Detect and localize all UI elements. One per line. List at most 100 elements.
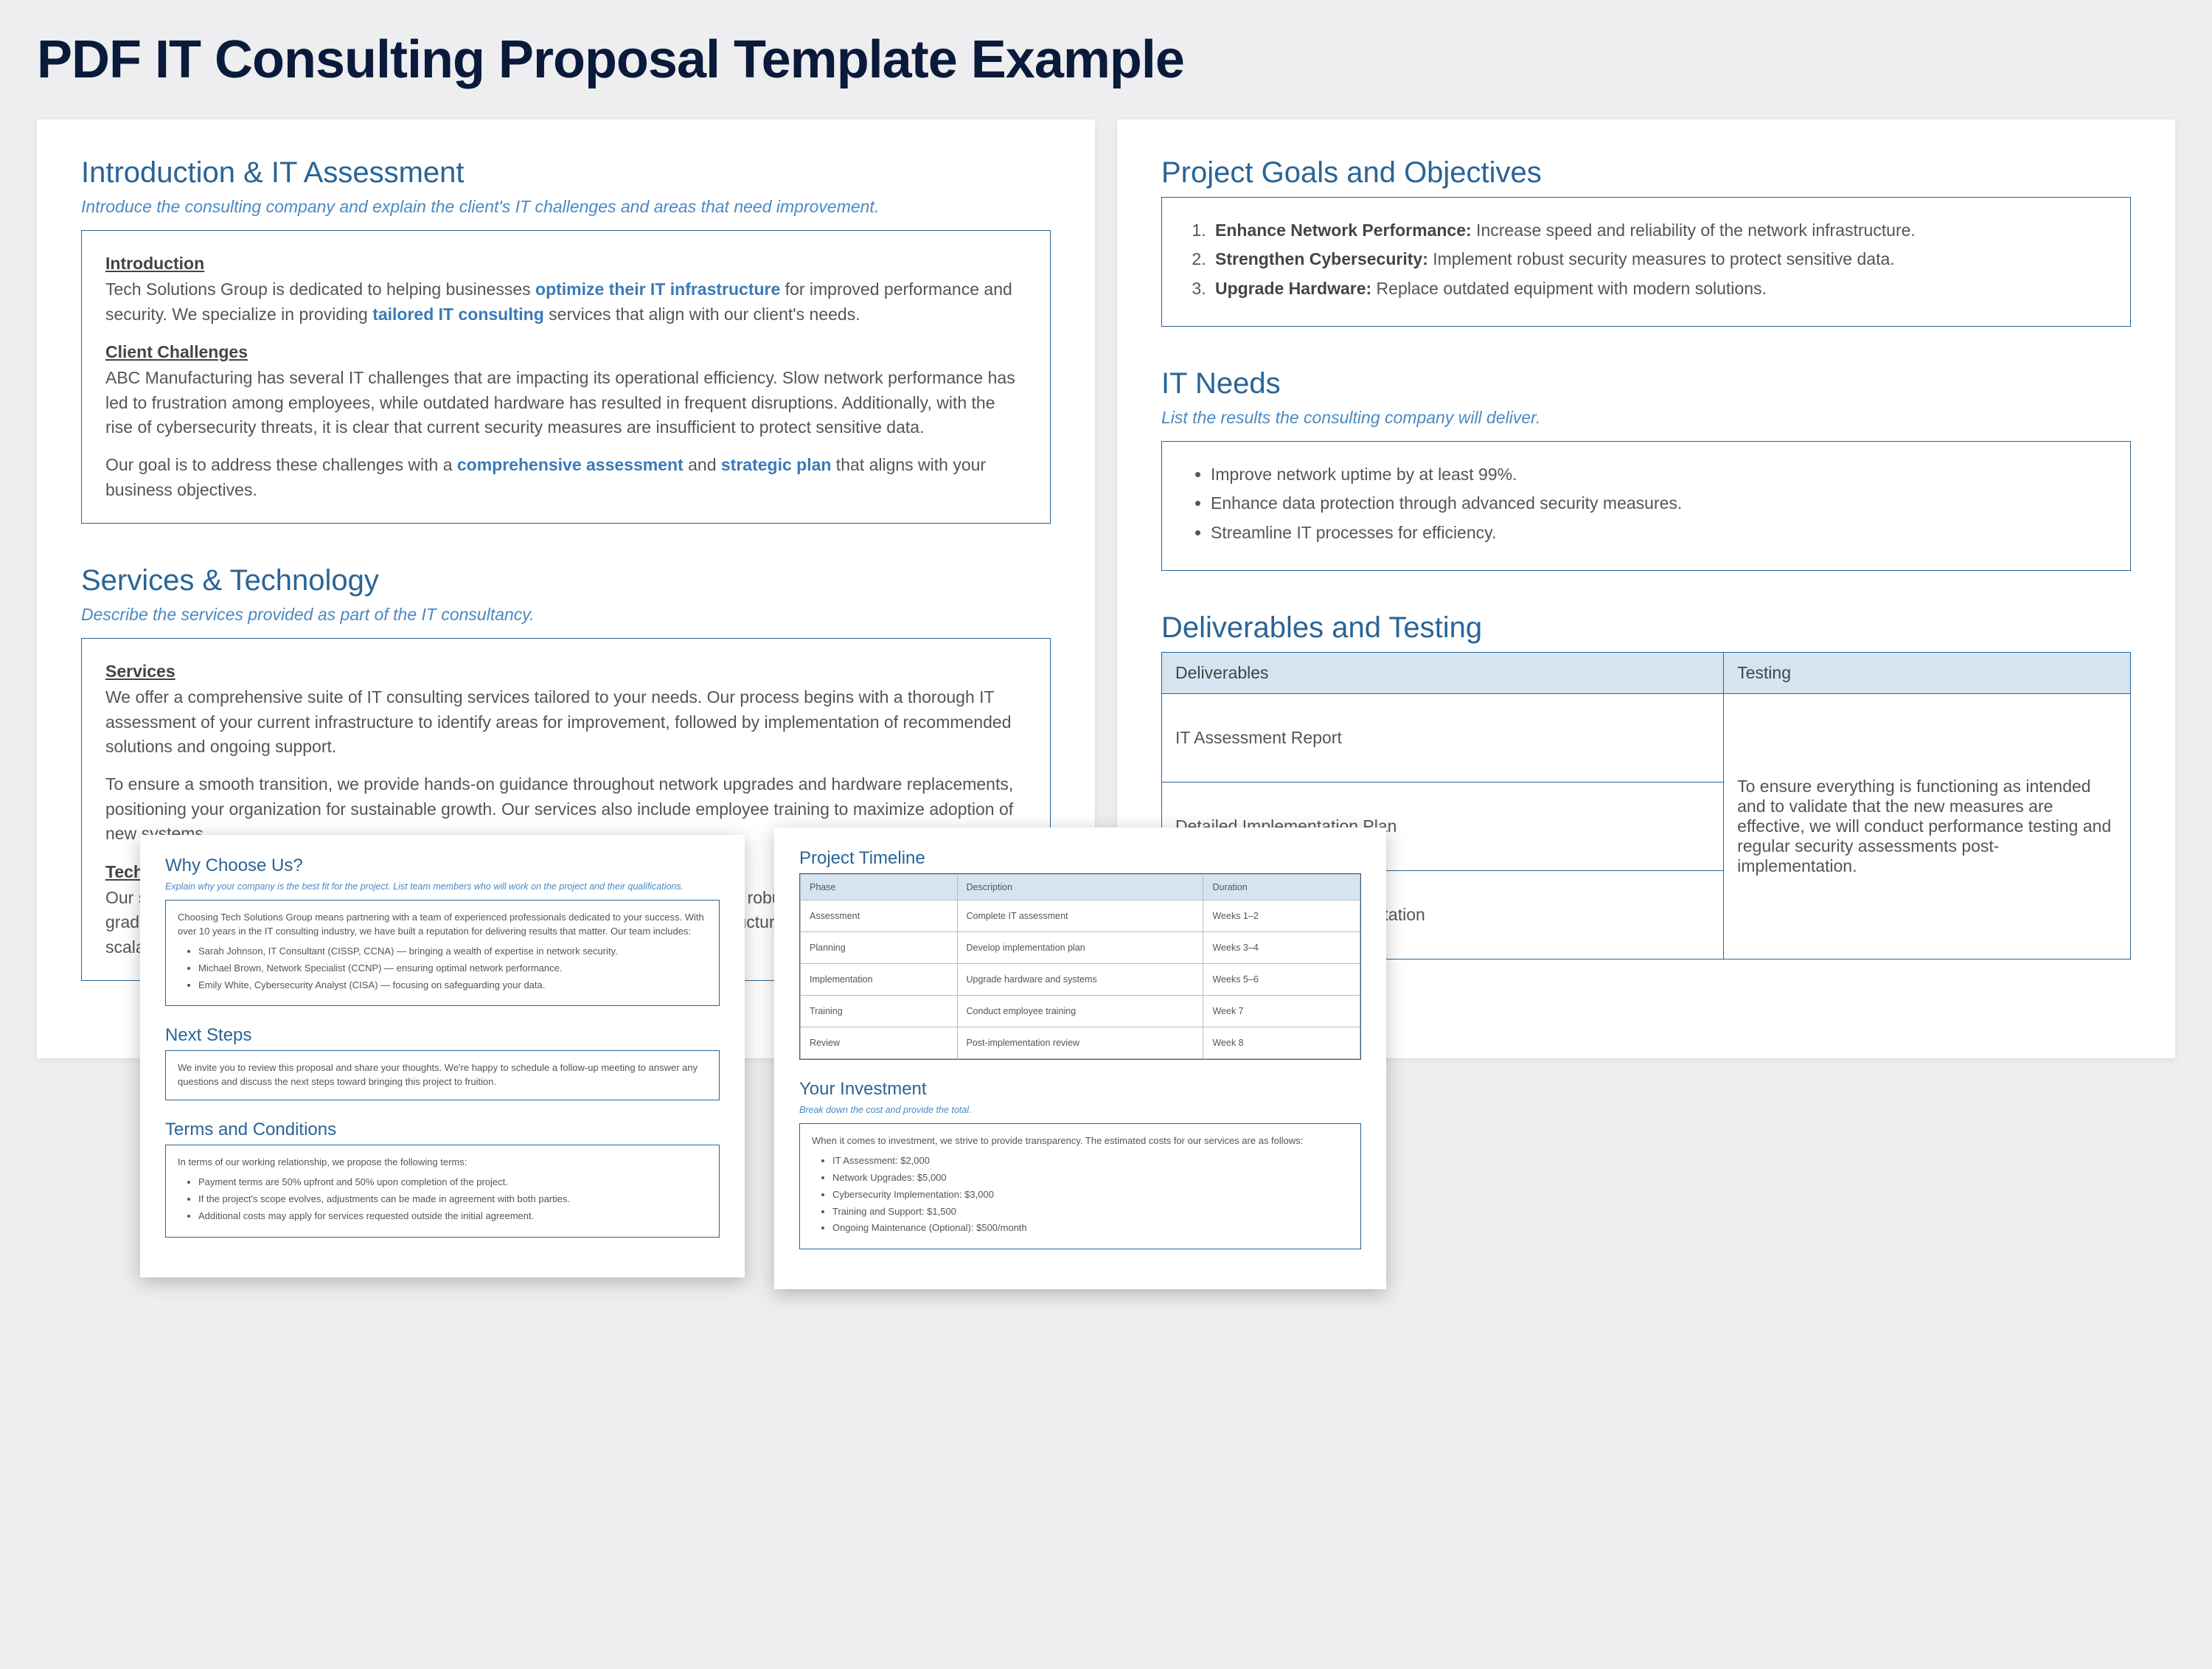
heading-why: Why Choose Us?	[165, 856, 720, 876]
why-intro: Choosing Tech Solutions Group means part…	[178, 911, 707, 939]
table-row: ImplementationUpgrade hardware and syste…	[801, 964, 1360, 996]
intro-subhead-2: Client Challenges	[105, 340, 1026, 364]
team-list: Sarah Johnson, IT Consultant (CISSP, CCN…	[178, 945, 707, 993]
timeline-cell: Week 7	[1203, 996, 1360, 1027]
timeline-cell: Post-implementation review	[957, 1027, 1203, 1059]
heading-needs: IT Needs	[1161, 367, 2131, 400]
timeline-cell: Training	[801, 996, 958, 1027]
deliv-col-testing: Testing	[1724, 653, 2131, 694]
intro-box: Introduction Tech Solutions Group is ded…	[81, 230, 1051, 524]
section-investment: Your Investment Break down the cost and …	[799, 1079, 1361, 1249]
timeline-cell: Upgrade hardware and systems	[957, 964, 1203, 996]
sub-investment: Break down the cost and provide the tota…	[799, 1104, 1361, 1116]
timeline-col-dur: Duration	[1203, 875, 1360, 901]
list-item: Enhance data protection through advanced…	[1211, 491, 2107, 516]
section-terms: Terms and Conditions In terms of our wor…	[165, 1120, 720, 1237]
terms-list: Payment terms are 50% upfront and 50% up…	[178, 1176, 707, 1224]
heading-intro: Introduction & IT Assessment	[81, 156, 1051, 190]
deliv-col-deliverables: Deliverables	[1162, 653, 1724, 694]
list-item: Improve network uptime by at least 99%.	[1211, 462, 2107, 487]
list-item: Michael Brown, Network Specialist (CCNP)…	[198, 962, 707, 976]
table-row: ReviewPost-implementation reviewWeek 8	[801, 1027, 1360, 1059]
heading-timeline: Project Timeline	[799, 848, 1361, 869]
overlay-page-right: Project Timeline Phase Description Durat…	[774, 827, 1386, 1289]
list-item: Ongoing Maintenance (Optional): $500/mon…	[832, 1221, 1349, 1235]
list-item: Network Upgrades: $5,000	[832, 1171, 1349, 1185]
goals-box: Enhance Network Performance: Increase sp…	[1161, 197, 2131, 327]
list-item: Emily White, Cybersecurity Analyst (CISA…	[198, 979, 707, 993]
list-item: If the project's scope evolves, adjustme…	[198, 1193, 707, 1207]
terms-intro: In terms of our working relationship, we…	[178, 1156, 707, 1170]
services-subhead-1: Services	[105, 659, 1026, 684]
timeline-cell: Assessment	[801, 901, 958, 932]
timeline-cell: Complete IT assessment	[957, 901, 1203, 932]
intro-subhead-1: Introduction	[105, 251, 1026, 276]
section-next-steps: Next Steps We invite you to review this …	[165, 1025, 720, 1100]
table-row: PlanningDevelop implementation planWeeks…	[801, 932, 1360, 964]
section-goals: Project Goals and Objectives Enhance Net…	[1161, 156, 2131, 327]
table-row: AssessmentComplete IT assessmentWeeks 1–…	[801, 901, 1360, 932]
list-item: IT Assessment: $2,000	[832, 1154, 1349, 1168]
heading-investment: Your Investment	[799, 1079, 1361, 1100]
intro-p1: Tech Solutions Group is dedicated to hel…	[105, 277, 1026, 327]
investment-box: When it comes to investment, we strive t…	[799, 1123, 1361, 1249]
heading-goals: Project Goals and Objectives	[1161, 156, 2131, 190]
why-box: Choosing Tech Solutions Group means part…	[165, 900, 720, 1006]
heading-next: Next Steps	[165, 1025, 720, 1046]
timeline-cell: Planning	[801, 932, 958, 964]
list-item: Training and Support: $1,500	[832, 1205, 1349, 1219]
sub-needs: List the results the consulting company …	[1161, 408, 2131, 428]
timeline-cell: Review	[801, 1027, 958, 1059]
overlay-page-left: Why Choose Us? Explain why your company …	[140, 835, 745, 1277]
needs-list: Improve network uptime by at least 99%. E…	[1186, 462, 2107, 545]
timeline-cell: Weeks 1–2	[1203, 901, 1360, 932]
invest-list: IT Assessment: $2,000 Network Upgrades: $…	[812, 1154, 1349, 1235]
sub-services: Describe the services provided as part o…	[81, 605, 1051, 625]
intro-hl2: tailored IT consulting	[372, 305, 544, 324]
heading-terms: Terms and Conditions	[165, 1120, 720, 1140]
list-item: Streamline IT processes for efficiency.	[1211, 521, 2107, 545]
list-item: Sarah Johnson, IT Consultant (CISSP, CCN…	[198, 945, 707, 959]
next-box: We invite you to review this proposal an…	[165, 1050, 720, 1100]
intro-hl3: comprehensive assessment	[457, 455, 684, 474]
list-item: Upgrade Hardware: Replace outdated equip…	[1211, 277, 2107, 301]
intro-p3: Our goal is to address these challenges …	[105, 453, 1026, 502]
timeline-cell: Weeks 5–6	[1203, 964, 1360, 996]
table-row: TrainingConduct employee trainingWeek 7	[801, 996, 1360, 1027]
timeline-box: Phase Description Duration AssessmentCom…	[799, 873, 1361, 1060]
intro-p3a: Our goal is to address these challenges …	[105, 455, 457, 474]
testing-cell: To ensure everything is functioning as i…	[1724, 694, 2131, 960]
list-item: Enhance Network Performance: Increase sp…	[1211, 218, 2107, 243]
timeline-cell: Develop implementation plan	[957, 932, 1203, 964]
intro-hl4: strategic plan	[721, 455, 832, 474]
needs-box: Improve network uptime by at least 99%. E…	[1161, 441, 2131, 571]
page-title: PDF IT Consulting Proposal Template Exam…	[37, 30, 2175, 90]
intro-hl1: optimize their IT infrastructure	[535, 280, 780, 299]
list-item: Payment terms are 50% upfront and 50% up…	[198, 1176, 707, 1190]
section-needs: IT Needs List the results the consulting…	[1161, 367, 2131, 571]
terms-box: In terms of our working relationship, we…	[165, 1145, 720, 1237]
section-introduction: Introduction & IT Assessment Introduce t…	[81, 156, 1051, 524]
intro-p2: ABC Manufacturing has several IT challen…	[105, 366, 1026, 440]
intro-p3c: and	[684, 455, 721, 474]
intro-p1e: services that align with our client's ne…	[544, 305, 860, 324]
invest-intro: When it comes to investment, we strive t…	[812, 1134, 1349, 1148]
timeline-col-desc: Description	[957, 875, 1203, 901]
timeline-col-phase: Phase	[801, 875, 958, 901]
timeline-table: Phase Description Duration AssessmentCom…	[800, 874, 1360, 1059]
section-why: Why Choose Us? Explain why your company …	[165, 856, 720, 1006]
goals-list: Enhance Network Performance: Increase sp…	[1186, 218, 2107, 301]
timeline-cell: Implementation	[801, 964, 958, 996]
timeline-cell: Weeks 3–4	[1203, 932, 1360, 964]
services-p1: We offer a comprehensive suite of IT con…	[105, 685, 1026, 759]
heading-services: Services & Technology	[81, 564, 1051, 597]
sub-why: Explain why your company is the best fit…	[165, 881, 720, 892]
list-item: Cybersecurity Implementation: $3,000	[832, 1188, 1349, 1202]
timeline-cell: Week 8	[1203, 1027, 1360, 1059]
list-item: Strengthen Cybersecurity: Implement robu…	[1211, 247, 2107, 271]
sub-intro: Introduce the consulting company and exp…	[81, 197, 1051, 217]
heading-deliverables: Deliverables and Testing	[1161, 611, 2131, 645]
table-row: IT Assessment Report To ensure everythin…	[1162, 694, 2131, 783]
intro-p1a: Tech Solutions Group is dedicated to hel…	[105, 280, 535, 299]
list-item: Additional costs may apply for services …	[198, 1210, 707, 1224]
